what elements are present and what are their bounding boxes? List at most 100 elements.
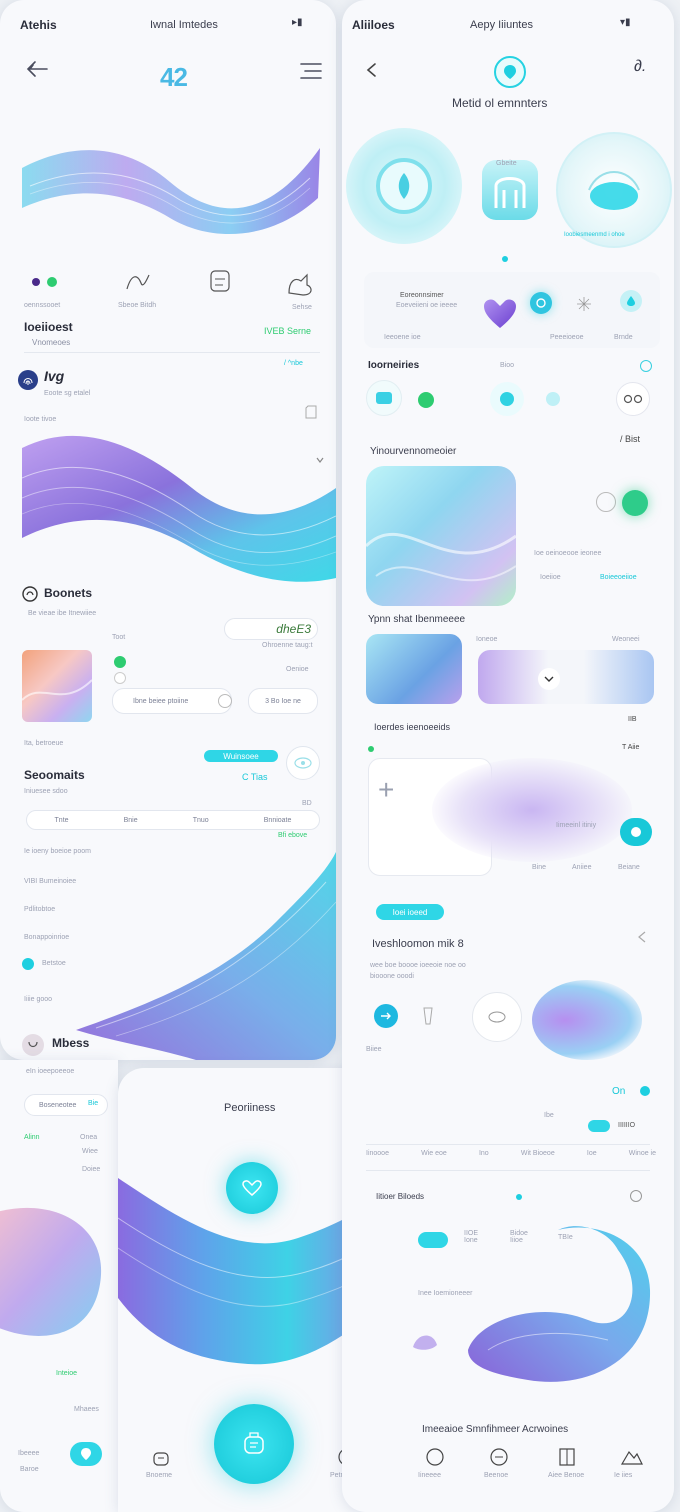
gallery-carousel[interactable] [478,650,654,704]
toggle-on-icon[interactable] [622,490,648,516]
pill-button[interactable]: Ioei ioeed [376,904,444,920]
menu-icon[interactable] [298,60,324,82]
book-nav-icon[interactable] [556,1446,578,1468]
nav-label[interactable]: Aiee Benoe [548,1472,584,1479]
orb-badge-icon[interactable] [556,132,672,248]
lantern-icon[interactable] [418,1004,438,1028]
section-link[interactable]: C Tias [242,772,268,782]
section-link[interactable]: IVEB Serne [264,326,311,336]
wave-hero-graphic [20,138,322,242]
sun-badge-icon[interactable] [346,128,462,244]
nav-left-label[interactable]: Bnoeme [146,1472,172,1479]
brand-subtitle: Be vieae ibe Itnewiiee [28,610,97,617]
section-link[interactable]: Bioo [500,362,514,369]
nav-label[interactable]: Iineeee [418,1472,441,1479]
table-cell: Wit Bioeoe [520,1150,555,1157]
back-icon[interactable] [362,60,382,80]
filter-b[interactable]: Onea [80,1134,97,1141]
footer-label: Ita, betroeue [24,740,64,747]
dots-icon[interactable] [28,272,62,292]
nav-label[interactable]: Beenoe [484,1472,508,1479]
edit-icon[interactable] [302,402,320,422]
table-row: Iinoooe Wie eoe Ino Wit Bioeoe Ioe Winoe… [366,1150,656,1164]
drop-icon[interactable] [620,290,642,312]
chip-active[interactable] [418,1232,448,1248]
status-dot-icon [114,656,126,668]
toggle-chip[interactable]: 3 Bo Ioe ne [248,688,318,714]
list-item[interactable]: Betstoe [42,960,66,967]
sheep-icon[interactable] [472,992,522,1042]
doodle-icon[interactable] [204,264,236,298]
script-badge[interactable]: dheE3 [224,618,318,640]
wave-banner-graphic [22,428,336,586]
wave-icon[interactable] [490,382,524,416]
home-icon[interactable] [150,1448,172,1468]
location-pin-icon[interactable] [70,1442,102,1466]
nav-label[interactable]: Ie iies [614,1472,632,1479]
mini-pill[interactable] [588,1120,610,1132]
section-sub-b: Weoneei [612,636,640,643]
settings-icon[interactable] [630,1190,642,1202]
explore-nav-icon[interactable] [488,1446,510,1468]
media-thumbnail[interactable] [22,650,92,722]
category-icon[interactable] [366,380,402,416]
toggle-label[interactable]: On [612,1086,625,1097]
mountain-nav-icon[interactable] [620,1444,644,1468]
tab[interactable]: Tnte [55,817,69,824]
list-item[interactable]: VIBI Bumeinoiee [24,878,76,885]
pink-swirl-graphic [0,1194,118,1354]
arrow-right-icon[interactable] [374,1004,398,1028]
main-action-button[interactable] [214,1404,294,1484]
list-item[interactable]: Pdlitobtoe [24,906,55,913]
table-cell: Ino [478,1150,489,1157]
eye-icon[interactable] [286,746,320,780]
status-time: Atehis [20,18,57,32]
toggle-switch[interactable] [620,818,652,846]
dot-icon[interactable] [546,392,560,406]
section-link-2[interactable]: T Aiie [622,744,639,751]
nav-label[interactable]: Baroe [20,1466,39,1473]
toggle-dot-icon[interactable] [640,1086,650,1096]
section-link[interactable]: IIB [628,716,637,723]
leaf-icon[interactable] [418,392,434,408]
sparkle-icon[interactable] [574,294,594,314]
card2-label: Iimeeinl itiniy [556,822,597,829]
tab[interactable]: Bnie [124,817,138,824]
left-lower-screen: eIn ioeepoeeoe Boseneotee Bie Alinn Onea… [0,1060,118,1512]
cta-pill[interactable]: Wuinsoee [204,750,278,762]
filter-c[interactable]: Wiee [82,1148,98,1155]
toggle-knob-icon[interactable] [218,694,232,708]
filter-d[interactable]: Doiee [82,1166,100,1173]
sketch-icon[interactable] [122,268,152,296]
radio-icon[interactable] [114,672,126,684]
search-button[interactable]: Bie [88,1100,98,1107]
chevron-left-icon[interactable] [634,930,650,944]
info-icon[interactable] [640,360,652,372]
robot-icon[interactable] [596,492,616,512]
section-subtitle: eIn ioeepoeeoe [26,1068,75,1075]
home-nav-icon[interactable] [424,1446,446,1468]
section-link[interactable]: / Bist [620,434,640,444]
nav-label[interactable]: Ibeeee [18,1450,39,1457]
arch-badge-icon[interactable] [482,160,538,220]
gallery-thumb[interactable] [366,634,462,704]
media-caption[interactable]: Ibne beiee ptoiine [112,688,232,714]
feature-card-image[interactable] [366,466,516,606]
toggle-glasses-icon[interactable] [616,382,650,416]
list-item[interactable]: Bonappoinrioe [24,934,69,941]
section-title: Iitioer Biloeds [376,1192,425,1201]
shell-icon[interactable] [410,1326,440,1354]
filter-a[interactable]: Alinn [24,1134,40,1141]
back-arrow-icon[interactable] [24,58,50,80]
tab-badge: Bfi ebove [278,832,308,839]
section-title: Ioerdes ieenoeeids [374,722,451,732]
tab[interactable]: Bnnioate [264,817,292,824]
tab[interactable]: Tnuo [193,817,209,824]
cat-icon[interactable] [284,270,318,298]
meta-b: Ohroenne taug:t [262,642,313,649]
swirl-icon[interactable] [530,292,552,314]
chevron-down-icon[interactable] [538,668,560,690]
add-icon[interactable]: + [378,774,394,806]
caption: Ioote tivoe [24,416,57,423]
edit-pen-icon[interactable]: ∂. [634,58,646,76]
